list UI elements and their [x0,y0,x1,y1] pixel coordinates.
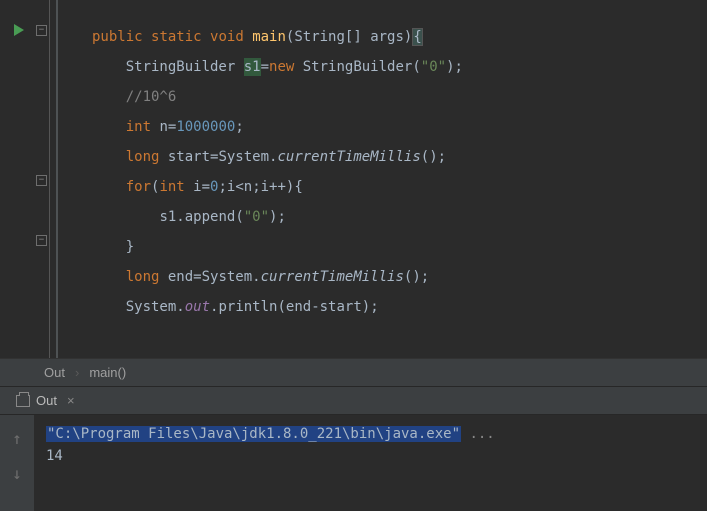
code-line: } [92,232,463,262]
breadcrumb: Out › main() [0,358,707,386]
code-line: for(int i=0;i<n;i++){ [92,172,463,202]
code-line: System.out.println(end-start); [92,292,463,322]
code-line: int n=1000000; [92,112,463,142]
fold-toggle-icon[interactable] [36,235,47,246]
console-result-line: 14 [46,445,695,467]
chevron-right-icon: › [75,365,79,380]
console-icon [16,395,30,407]
fold-toggle-icon[interactable] [36,25,47,36]
code-editor[interactable]: public static void main(String[] args){ … [56,0,463,358]
toolwindow-tab-bar: Out × [0,386,707,414]
breadcrumb-method[interactable]: main() [89,365,126,380]
run-gutter [0,0,34,358]
scroll-up-icon[interactable]: ↑ [12,429,22,448]
console-command-line: "C:\Program Files\Java\jdk1.8.0_221\bin\… [46,423,695,445]
run-icon[interactable] [14,24,24,36]
toolwindow-tab-label: Out [36,393,57,408]
console-output[interactable]: "C:\Program Files\Java\jdk1.8.0_221\bin\… [34,415,707,511]
toolwindow-tab-out[interactable]: Out × [8,389,83,412]
fold-toggle-icon[interactable] [36,175,47,186]
editor-area: public static void main(String[] args){ … [0,0,707,358]
scroll-down-icon[interactable]: ↓ [12,464,22,483]
code-line: long end=System.currentTimeMillis(); [92,262,463,292]
console-area: ↑ ↓ "C:\Program Files\Java\jdk1.8.0_221\… [0,414,707,511]
fold-gutter [34,0,50,358]
code-line: public static void main(String[] args){ [92,22,463,52]
code-line: //10^6 [92,82,463,112]
code-line: long start=System.currentTimeMillis(); [92,142,463,172]
code-line: s1.append("0"); [92,202,463,232]
console-toolbar: ↑ ↓ [0,415,34,511]
code-line: StringBuilder s1=new StringBuilder("0"); [92,52,463,82]
breadcrumb-class[interactable]: Out [44,365,65,380]
close-icon[interactable]: × [67,393,75,408]
